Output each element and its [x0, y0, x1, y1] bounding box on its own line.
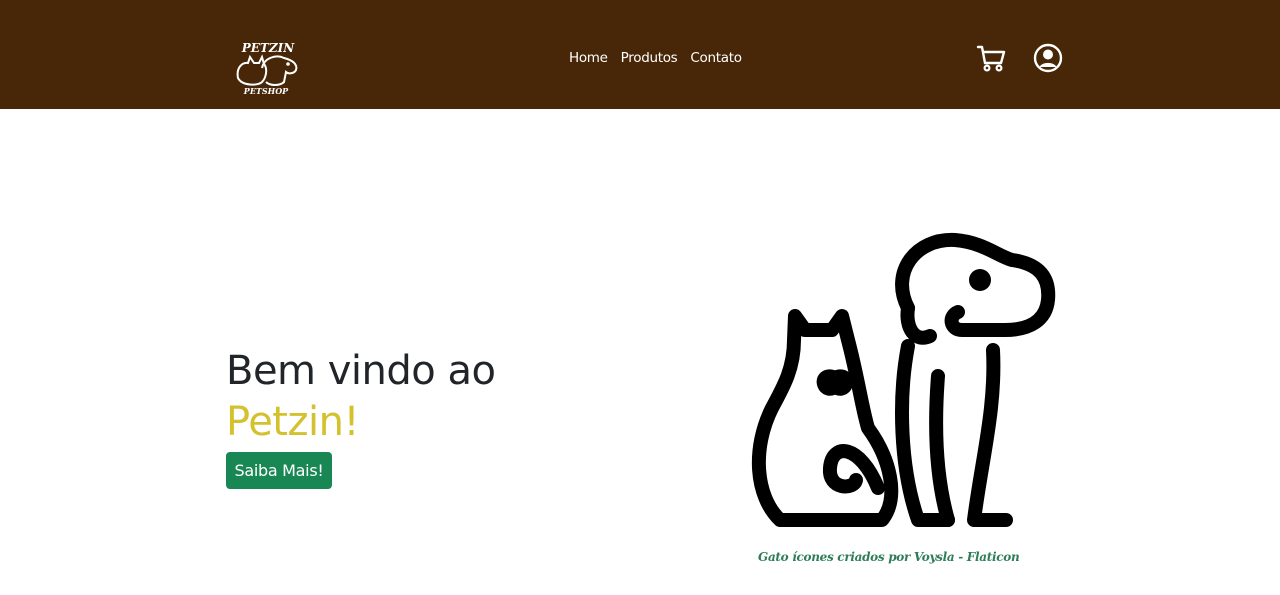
saiba-mais-button[interactable]: Saiba Mais! — [226, 452, 332, 489]
nav-home-link[interactable]: Home — [566, 48, 611, 68]
petzin-logo-icon: PETZIN PETSHOP — [236, 41, 298, 96]
main-nav: Home Produtos Contato — [566, 48, 745, 68]
pet-illustration — [750, 228, 1060, 533]
nav-produtos-link[interactable]: Produtos — [618, 48, 681, 68]
user-circle-icon — [1033, 43, 1063, 73]
petzin-logo[interactable]: PETZIN PETSHOP — [228, 38, 306, 96]
hero-brand: Petzin! — [226, 399, 359, 445]
nav-contato-link[interactable]: Contato — [687, 48, 744, 68]
user-account-button[interactable] — [1032, 42, 1064, 74]
image-credit[interactable]: Gato ícones criados por Voysla - Flatico… — [758, 550, 1020, 564]
hero-title: Bem vindo ao — [226, 348, 496, 394]
cat-and-dog-icon — [751, 232, 1056, 527]
navbar: PETZIN PETSHOP Home Produtos Contato — [0, 0, 1280, 109]
cart-icon — [976, 45, 1006, 72]
svg-text:PETZIN: PETZIN — [241, 41, 295, 55]
cart-button[interactable] — [975, 42, 1007, 74]
svg-text:PETSHOP: PETSHOP — [243, 86, 289, 96]
